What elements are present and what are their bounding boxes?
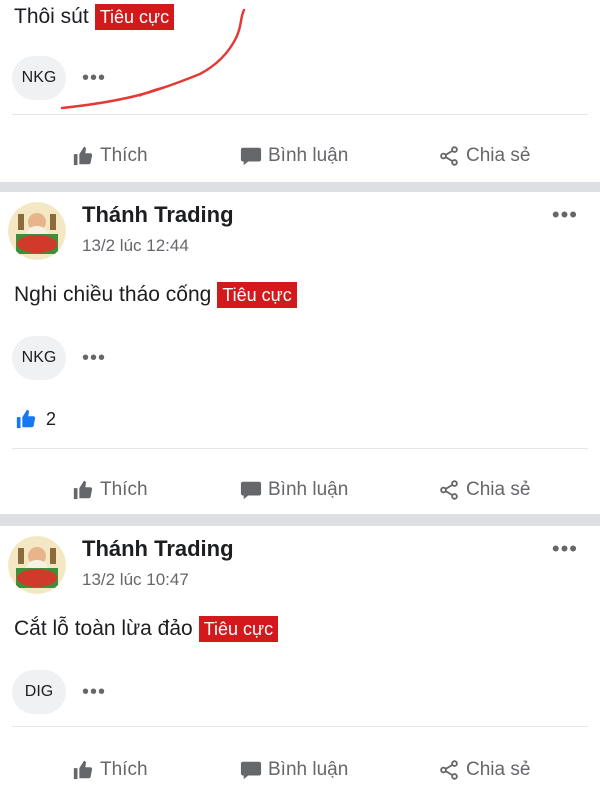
divider bbox=[12, 114, 588, 115]
share-button[interactable]: Chia sẻ bbox=[438, 145, 530, 167]
post-header: Thánh Trading 13/2 lúc 10:47 ••• bbox=[0, 526, 600, 596]
more-options-icon[interactable]: ••• bbox=[552, 202, 578, 228]
comment-button[interactable]: Bình luận bbox=[240, 479, 348, 501]
reaction-summary[interactable]: 2 bbox=[14, 408, 56, 430]
action-bar: Thích Bình luận Chia sẻ bbox=[0, 134, 600, 178]
thumbs-up-icon bbox=[73, 146, 93, 166]
sentiment-tag: Tiêu cực bbox=[198, 616, 279, 642]
post-1-text: Thôi sút Tiêu cực bbox=[14, 4, 175, 30]
sentiment-tag: Tiêu cực bbox=[94, 4, 175, 30]
post-time[interactable]: 13/2 lúc 12:44 bbox=[82, 236, 189, 256]
post-3: Thánh Trading 13/2 lúc 10:47 ••• Cắt lỗ … bbox=[0, 526, 600, 800]
post-separator bbox=[0, 514, 600, 526]
post-header: Thánh Trading 13/2 lúc 12:44 ••• bbox=[0, 192, 600, 262]
share-button[interactable]: Chia sẻ bbox=[438, 759, 530, 781]
author-name[interactable]: Thánh Trading bbox=[82, 536, 234, 562]
like-button[interactable]: Thích bbox=[72, 479, 148, 501]
share-button[interactable]: Chia sẻ bbox=[438, 479, 530, 501]
blue-like-icon bbox=[16, 409, 36, 429]
like-button[interactable]: Thích bbox=[72, 759, 148, 781]
divider bbox=[12, 726, 588, 727]
ticker-row: NKG ••• bbox=[12, 56, 106, 100]
thumbs-up-icon bbox=[73, 480, 93, 500]
ticker-row: DIG ••• bbox=[12, 670, 106, 714]
ticker-chip[interactable]: DIG bbox=[12, 670, 66, 714]
action-bar: Thích Bình luận Chia sẻ bbox=[0, 468, 600, 512]
comment-icon bbox=[240, 761, 262, 780]
comment-icon bbox=[240, 481, 262, 500]
like-button[interactable]: Thích bbox=[72, 145, 148, 167]
post-separator bbox=[0, 182, 600, 192]
comment-icon bbox=[240, 147, 262, 166]
avatar[interactable] bbox=[8, 202, 66, 260]
post-1: Thôi sút Tiêu cực NKG ••• Thích Bình luậ… bbox=[0, 0, 600, 180]
like-count: 2 bbox=[46, 408, 57, 429]
sentiment-tag: Tiêu cực bbox=[217, 282, 297, 308]
post-2-text: Nghi chiều tháo cống Tiêu cực bbox=[14, 282, 297, 308]
post-2: Thánh Trading 13/2 lúc 12:44 ••• Nghi ch… bbox=[0, 192, 600, 514]
avatar[interactable] bbox=[8, 536, 66, 594]
ticker-chip[interactable]: NKG bbox=[12, 56, 66, 100]
author-name[interactable]: Thánh Trading bbox=[82, 202, 234, 228]
thumbs-up-icon bbox=[73, 760, 93, 780]
post-time[interactable]: 13/2 lúc 10:47 bbox=[82, 570, 189, 590]
divider bbox=[12, 448, 588, 449]
share-icon bbox=[440, 480, 458, 500]
action-bar: Thích Bình luận Chia sẻ bbox=[0, 748, 600, 792]
more-options-icon[interactable]: ••• bbox=[552, 536, 578, 562]
comment-button[interactable]: Bình luận bbox=[240, 145, 348, 167]
post-3-text: Cắt lỗ toàn lừa đảo Tiêu cực bbox=[14, 616, 279, 642]
ticker-chip[interactable]: NKG bbox=[12, 336, 66, 380]
more-icon[interactable]: ••• bbox=[82, 67, 106, 90]
more-icon[interactable]: ••• bbox=[82, 347, 106, 370]
ticker-row: NKG ••• bbox=[12, 336, 106, 380]
share-icon bbox=[440, 146, 458, 166]
comment-button[interactable]: Bình luận bbox=[240, 759, 348, 781]
more-icon[interactable]: ••• bbox=[82, 681, 106, 704]
share-icon bbox=[440, 760, 458, 780]
